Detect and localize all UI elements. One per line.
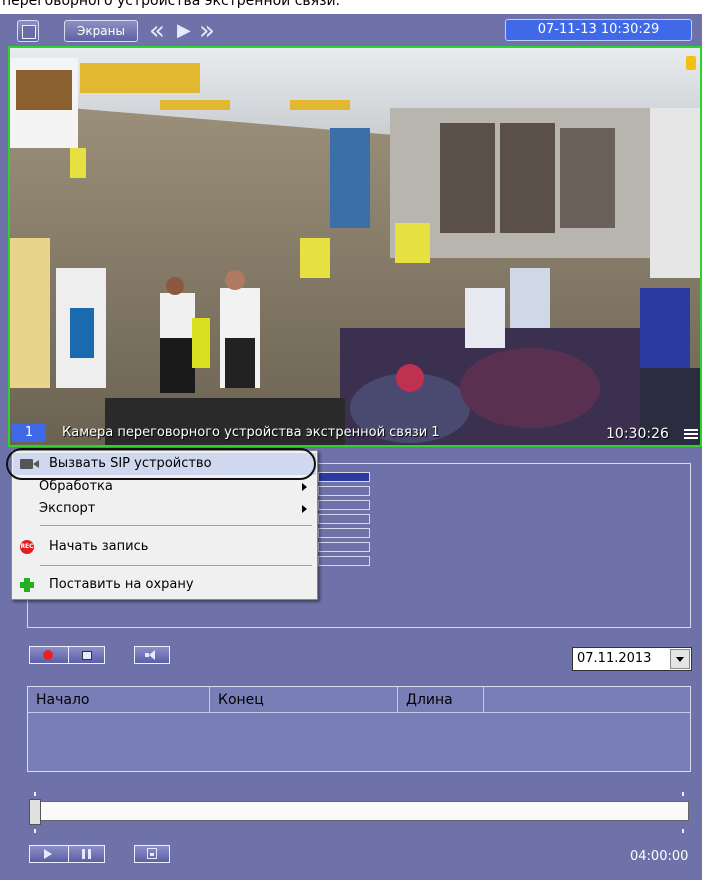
play-icon[interactable]: ▶ [177,20,191,42]
submenu-arrow-icon [302,505,307,513]
forward-icon[interactable]: » [199,14,215,48]
table-header-end[interactable]: Конец [210,687,398,713]
menu-item-label: Поставить на охрану [49,577,194,592]
page-caption: переговорного устройства экстренной связ… [0,0,702,14]
sound-button[interactable] [134,646,170,664]
rewind-icon[interactable]: « [149,14,165,48]
speaker-mute-icon [145,650,159,660]
camera-name-label: Камера переговорного устройства экстренн… [62,425,440,440]
menu-separator [40,565,312,566]
menu-item-export[interactable]: Экспорт [13,498,316,520]
record-button[interactable] [30,647,68,663]
pause-button[interactable] [69,846,105,862]
save-frame-button[interactable] [134,845,170,863]
date-select-value: 07.11.2013 [577,651,652,666]
records-table: Начало Конец Длина [27,686,691,772]
record-controls [29,646,105,664]
menu-item-label: Начать запись [49,539,149,554]
table-header-duration[interactable]: Длина [398,687,484,713]
camera-scene-image [10,48,700,445]
menu-icon[interactable] [684,428,698,441]
timeline-tick [34,792,36,796]
play-icon [44,849,52,859]
play-button[interactable] [30,846,68,862]
timeline-track[interactable] [31,801,689,821]
camera-time-label: 10:30:26 [606,426,669,442]
stop-button[interactable] [69,647,105,663]
screens-button[interactable]: Экраны [64,20,138,42]
highlight-ellipse [6,448,316,480]
menu-item-label: Экспорт [39,501,96,516]
timeline-time-label: 04:00:00 [630,849,689,864]
camera-video-frame[interactable]: 1 Камера переговорного устройства экстре… [8,46,702,447]
list-fragment [318,472,378,568]
chevron-down-icon [676,657,684,662]
dropdown-arrow-button[interactable] [670,649,690,669]
table-header-start[interactable]: Начало [28,687,210,713]
rec-icon: REC [20,540,34,554]
playback-controls [29,845,105,863]
floppy-icon [147,848,157,859]
camera-number-badge: 1 [12,424,46,442]
timeline-tick [34,829,36,833]
arm-icon [20,578,34,592]
timeline-slider-handle[interactable] [29,799,41,825]
square-icon [22,25,36,39]
window-toggle-button[interactable] [17,20,39,42]
pause-icon [82,849,85,859]
speaker-icon[interactable] [686,56,696,70]
stop-icon [82,651,92,660]
table-header-empty [484,687,690,713]
datetime-display: 07-11-13 10:30:29 [505,19,692,41]
timeline-tick [682,792,684,796]
date-select[interactable]: 07.11.2013 [572,647,692,671]
menu-item-start-recording[interactable]: REC Начать запись [13,536,316,558]
menu-separator [40,525,312,526]
submenu-arrow-icon [302,483,307,491]
record-icon [43,650,53,660]
menu-item-arm[interactable]: Поставить на охрану [13,574,316,596]
timeline-tick [682,829,684,833]
